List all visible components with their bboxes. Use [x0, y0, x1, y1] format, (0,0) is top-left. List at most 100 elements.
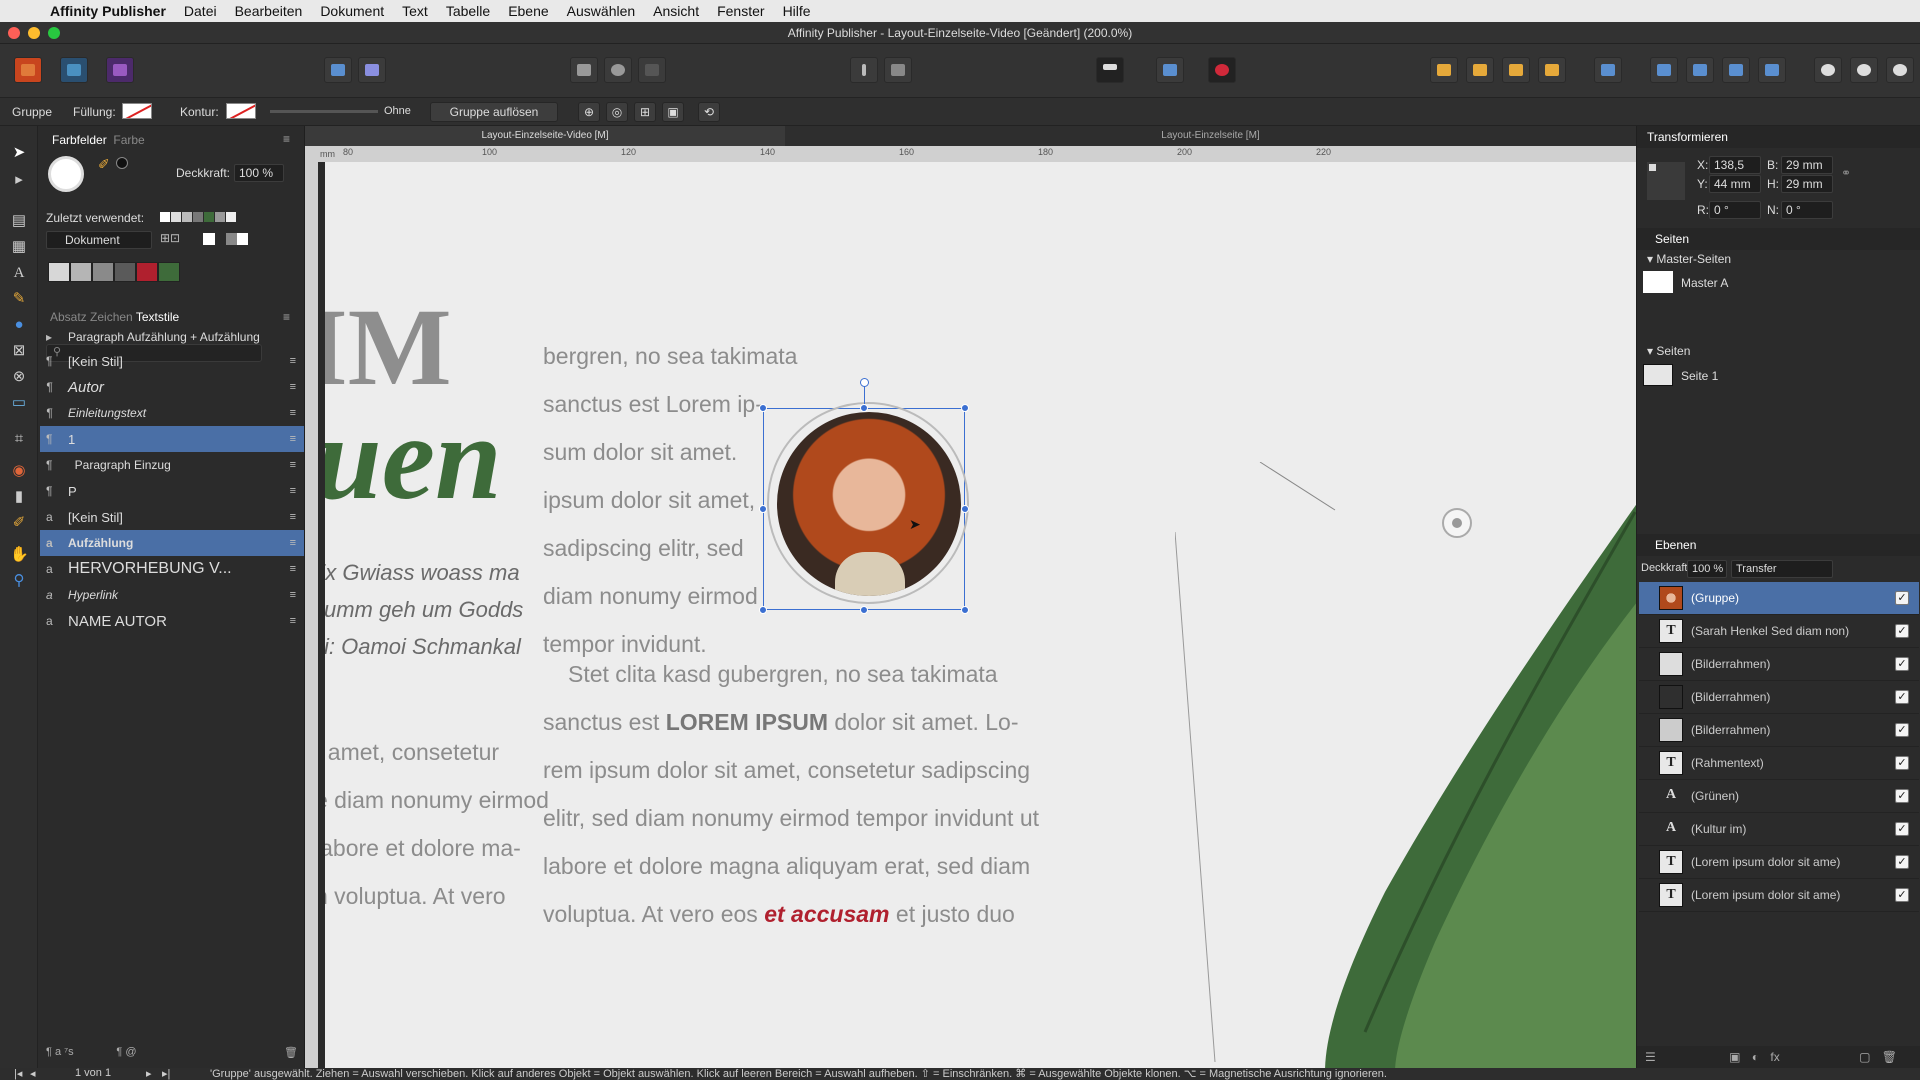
- resize-handle[interactable]: [759, 606, 767, 614]
- boolean-intersect-icon[interactable]: [1886, 57, 1914, 83]
- delete-layer-icon[interactable]: 🗑: [1882, 1050, 1897, 1064]
- tab-absatz[interactable]: Absatz: [50, 310, 87, 324]
- apple-icon[interactable]: [20, 3, 36, 19]
- transform-origin-icon[interactable]: ⊕: [578, 102, 600, 122]
- layer-visibility-checkbox[interactable]: ✓: [1895, 888, 1909, 902]
- style-menu-icon[interactable]: ≡: [290, 433, 296, 445]
- greyscale-swatch[interactable]: [226, 233, 248, 245]
- menu-app[interactable]: Affinity Publisher: [50, 3, 166, 19]
- opacity-field[interactable]: 100 %: [234, 164, 284, 182]
- pin-icon[interactable]: [850, 57, 878, 83]
- style-menu-icon[interactable]: ≡: [290, 589, 296, 601]
- delete-style-icon[interactable]: 🗑: [284, 1046, 298, 1059]
- layer-visibility-checkbox[interactable]: ✓: [1895, 789, 1909, 803]
- layer-visibility-checkbox[interactable]: ✓: [1895, 624, 1909, 638]
- tab-swatches[interactable]: Farbfelder: [52, 133, 107, 147]
- link-proportions-icon[interactable]: ⚭: [1841, 166, 1851, 180]
- recent-color-swatch[interactable]: [160, 212, 170, 222]
- next-page-icon[interactable]: ▸: [146, 1067, 152, 1080]
- resize-handle[interactable]: [860, 606, 868, 614]
- portrait-photo[interactable]: [777, 412, 961, 596]
- resize-handle[interactable]: [961, 606, 969, 614]
- rotation-field[interactable]: 0 °: [1709, 201, 1761, 219]
- arrange-backward-icon[interactable]: [1466, 57, 1494, 83]
- menu-ansicht[interactable]: Ansicht: [653, 3, 699, 19]
- layer-row[interactable]: (Bilderrahmen) ✓: [1639, 714, 1919, 747]
- arrange-front-icon[interactable]: [1538, 57, 1566, 83]
- style-menu-icon[interactable]: ≡: [290, 615, 296, 627]
- ellipse-frame-tool-icon[interactable]: ⊗: [10, 368, 28, 386]
- style-item-1[interactable]: ¶ 1 ≡: [40, 426, 304, 452]
- minimize-window-button[interactable]: [28, 27, 40, 39]
- stroke-swatch[interactable]: [226, 103, 256, 119]
- recent-color-swatch[interactable]: [215, 212, 225, 222]
- add-layer-icon[interactable]: ▢: [1859, 1050, 1870, 1064]
- style-item-paragraph-einzug[interactable]: ¶ Paragraph Einzug ≡: [40, 452, 304, 478]
- style-item-p[interactable]: ¶ P ≡: [40, 478, 304, 504]
- publisher-persona-icon[interactable]: [14, 57, 42, 83]
- fill-tool-icon[interactable]: ◉: [10, 462, 28, 480]
- layer-row[interactable]: (Gruppe) ✓: [1639, 582, 1919, 615]
- palette-options-icon[interactable]: ⊞⊡: [160, 231, 180, 245]
- color-picker-tool-icon[interactable]: ✐: [10, 514, 28, 532]
- style-group-header[interactable]: ▸ Paragraph Aufzählung + Aufzählung: [40, 326, 304, 348]
- fill-color-well[interactable]: [48, 156, 84, 192]
- menu-tabelle[interactable]: Tabelle: [446, 3, 490, 19]
- menu-hilfe[interactable]: Hilfe: [783, 3, 811, 19]
- rotate-right-icon[interactable]: [1758, 57, 1786, 83]
- layer-visibility-checkbox[interactable]: ✓: [1895, 657, 1909, 671]
- tab-color[interactable]: Farbe: [113, 133, 144, 147]
- style-item-einleitungstext[interactable]: ¶ Einleitungstext ≡: [40, 400, 304, 426]
- style-menu-icon[interactable]: ≡: [290, 511, 296, 523]
- tab-textstile[interactable]: Textstile: [136, 310, 179, 324]
- rotation-handle[interactable]: [860, 378, 869, 387]
- stroke-width-slider[interactable]: [270, 110, 378, 113]
- picture-frame-tool-icon[interactable]: ⊠: [10, 342, 28, 360]
- layers-stack-icon[interactable]: ☰: [1645, 1050, 1656, 1064]
- resize-handle[interactable]: [759, 404, 767, 412]
- resize-handle[interactable]: [961, 404, 969, 412]
- stroke-color-well[interactable]: [116, 157, 128, 169]
- resize-handle[interactable]: [860, 404, 868, 412]
- recent-color-swatch[interactable]: [204, 212, 214, 222]
- layer-row[interactable]: A (Kultur im) ✓: [1639, 813, 1919, 846]
- layer-visibility-checkbox[interactable]: ✓: [1895, 591, 1909, 605]
- align-handles-icon[interactable]: ⊞: [634, 102, 656, 122]
- resize-handle[interactable]: [759, 505, 767, 513]
- last-page-icon[interactable]: ▸|: [162, 1067, 170, 1080]
- show-handles-icon[interactable]: ◎: [606, 102, 628, 122]
- style-item-hyperlink[interactable]: a Hyperlink ≡: [40, 582, 304, 608]
- style-item-char-kein-stil[interactable]: a [Kein Stil] ≡: [40, 504, 304, 530]
- document-page[interactable]: IM uen bergren, no sea takimata sanctus …: [325, 162, 1636, 1068]
- tab-layout-einzelseite[interactable]: Layout-Einzelseite [M]: [785, 126, 1636, 146]
- selected-group[interactable]: ➤: [759, 378, 969, 614]
- style-item-aufzaehlung[interactable]: a Aufzählung ≡: [40, 530, 304, 556]
- anchor-point-selector[interactable]: [1647, 162, 1685, 200]
- align-icon[interactable]: [1594, 57, 1622, 83]
- table-tool-icon[interactable]: ▦: [10, 238, 28, 256]
- move-tool-icon[interactable]: ➤: [10, 144, 28, 162]
- layer-row[interactable]: A (Grünen) ✓: [1639, 780, 1919, 813]
- preview-icon[interactable]: [604, 57, 632, 83]
- layer-visibility-checkbox[interactable]: ✓: [1895, 756, 1909, 770]
- resize-handle[interactable]: [961, 505, 969, 513]
- text-wrap-icon[interactable]: [884, 57, 912, 83]
- recent-color-swatch[interactable]: [182, 212, 192, 222]
- adjustment-icon[interactable]: ◐: [1752, 1050, 1759, 1064]
- menu-fenster[interactable]: Fenster: [717, 3, 764, 19]
- palette-swatch[interactable]: [92, 262, 114, 282]
- flip-vertical-icon[interactable]: [1686, 57, 1714, 83]
- rotation-pivot-icon[interactable]: [1442, 508, 1472, 538]
- eyedropper-icon[interactable]: ✐: [98, 156, 110, 173]
- y-field[interactable]: 44 mm: [1709, 175, 1761, 193]
- palette-swatch[interactable]: [114, 262, 136, 282]
- share-icon[interactable]: [324, 57, 352, 83]
- x-field[interactable]: 138,5 mm: [1709, 156, 1761, 188]
- layer-row[interactable]: (Bilderrahmen) ✓: [1639, 648, 1919, 681]
- style-menu-icon[interactable]: ≡: [290, 537, 296, 549]
- layer-row[interactable]: T (Rahmentext) ✓: [1639, 747, 1919, 780]
- fill-swatch[interactable]: [122, 103, 152, 119]
- panel-menu-icon[interactable]: ≡: [283, 132, 290, 146]
- zoom-tool-icon[interactable]: ⚲: [10, 572, 28, 590]
- boolean-subtract-icon[interactable]: [1850, 57, 1878, 83]
